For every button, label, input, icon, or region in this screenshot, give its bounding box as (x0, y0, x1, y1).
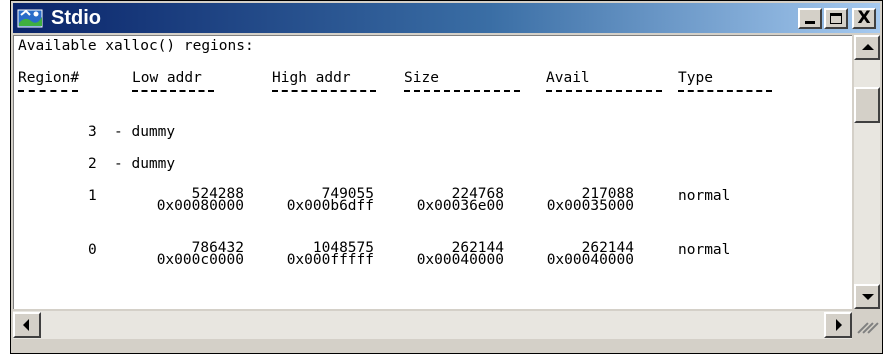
scroll-left-button[interactable] (13, 312, 41, 338)
title-bar[interactable]: Stdio X (13, 3, 880, 33)
resize-grip[interactable] (854, 311, 880, 339)
region-number: 0 (88, 242, 97, 258)
console-text-area: Available xalloc() regions: Region# Low … (18, 38, 848, 308)
console-output[interactable]: Available xalloc() regions: Region# Low … (13, 35, 852, 309)
horizontal-scrollbar[interactable] (13, 311, 852, 339)
window-title: Stdio (51, 7, 101, 29)
column-header-type: Type (678, 70, 713, 86)
region-type: normal (678, 188, 731, 204)
region-note: - dummy (114, 124, 176, 140)
low-addr-hex: 0x000c0000 (156, 252, 244, 268)
minimize-icon (805, 21, 815, 24)
arrow-right-icon (836, 319, 842, 331)
region-number: 3 (88, 124, 97, 140)
header-underline (132, 90, 214, 92)
scroll-up-button[interactable] (854, 35, 880, 60)
size-hex: 0x00040000 (416, 252, 504, 268)
stdio-app-icon (17, 9, 43, 28)
scroll-right-button[interactable] (824, 312, 852, 338)
high-addr-hex: 0x000fffff (286, 252, 374, 268)
console-heading: Available xalloc() regions: (18, 38, 254, 54)
column-header-avail: Avail (546, 70, 590, 86)
region-note: - dummy (114, 156, 176, 172)
header-underline (546, 90, 662, 92)
header-underline (678, 90, 772, 92)
size-hex: 0x00036e00 (416, 198, 504, 214)
avail-hex: 0x00035000 (546, 198, 634, 214)
close-button[interactable]: X (852, 8, 876, 29)
region-type: normal (678, 242, 731, 258)
minimize-button[interactable] (798, 8, 822, 29)
high-addr-hex: 0x000b6dff (286, 198, 374, 214)
low-addr-hex: 0x00080000 (156, 198, 244, 214)
header-underline (404, 90, 520, 92)
maximize-icon (830, 13, 842, 24)
vertical-scrollbar[interactable] (854, 35, 880, 309)
column-header-high-addr: High addr (272, 70, 351, 86)
avail-hex: 0x00040000 (546, 252, 634, 268)
arrow-down-icon (862, 294, 874, 300)
arrow-left-icon (23, 319, 29, 331)
scroll-down-button[interactable] (854, 284, 880, 309)
column-header-low-addr: Low addr (132, 70, 202, 86)
maximize-button[interactable] (824, 8, 848, 29)
region-number: 1 (88, 188, 97, 204)
close-icon: X (857, 8, 871, 28)
column-header-region: Region# (18, 70, 80, 86)
header-underline (18, 90, 78, 92)
region-number: 2 (88, 156, 97, 172)
column-header-size: Size (404, 70, 439, 86)
arrow-up-icon (862, 44, 874, 50)
stdio-window: Stdio X Available xalloc() regions: Regi… (10, 0, 883, 354)
header-underline (272, 90, 376, 92)
vertical-scroll-thumb[interactable] (854, 87, 880, 123)
